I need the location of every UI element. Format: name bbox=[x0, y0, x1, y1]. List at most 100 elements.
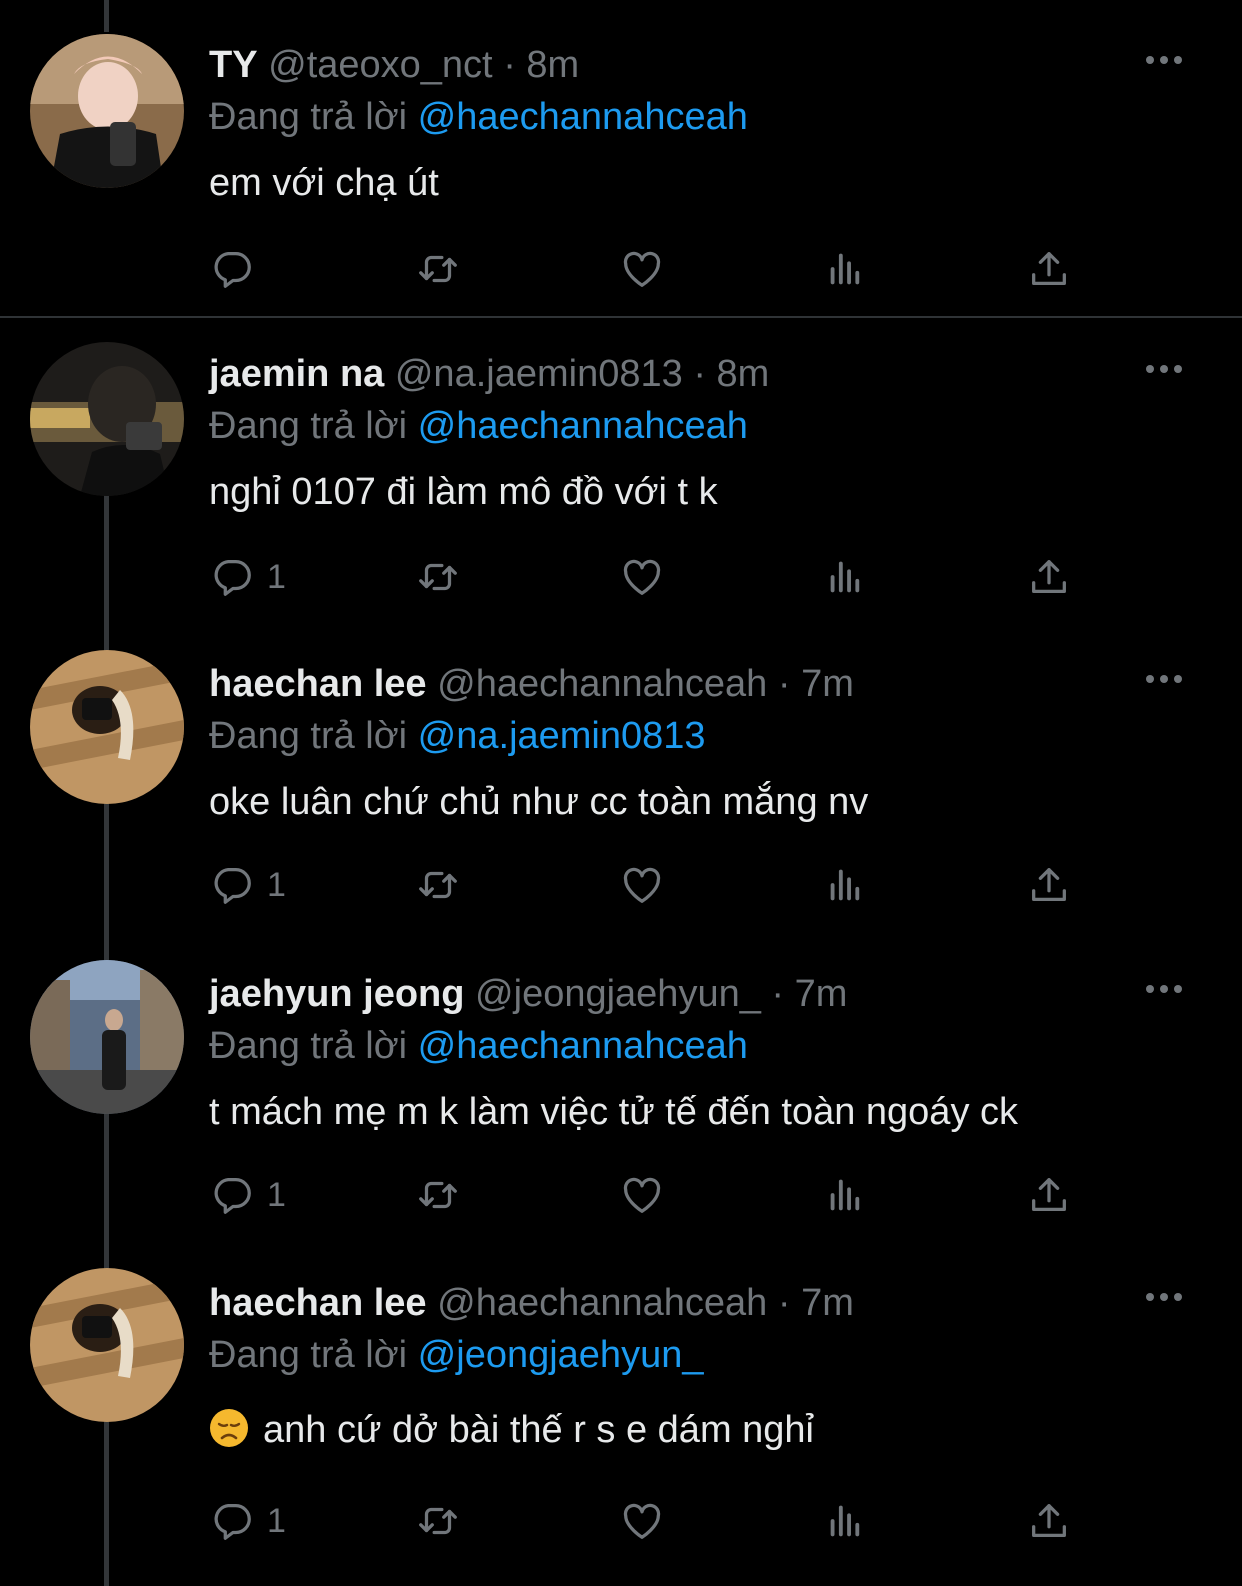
tweet-text: anh cứ dở bài thế r s e dám nghỉ bbox=[263, 1409, 814, 1451]
avatar[interactable] bbox=[30, 960, 184, 1114]
more-icon[interactable] bbox=[1144, 979, 1184, 999]
like-button[interactable] bbox=[619, 552, 665, 602]
tweet-text: oke luân chứ chủ như cc toàn mắng nv bbox=[209, 781, 869, 823]
share-icon bbox=[1026, 246, 1072, 292]
handle[interactable]: @taeoxo_nct bbox=[268, 44, 493, 86]
timestamp[interactable]: 8m bbox=[717, 353, 770, 395]
replying-to-label: Đang trả lời bbox=[209, 96, 408, 138]
tweet[interactable]: TY @taeoxo_nct · 8m Đang trả lời @haecha… bbox=[0, 0, 1242, 316]
more-icon[interactable] bbox=[1144, 669, 1184, 689]
reply-button[interactable]: 1 bbox=[209, 552, 286, 602]
share-icon bbox=[1026, 554, 1072, 600]
like-icon bbox=[619, 862, 665, 908]
tweet-text: t mách mẹ m k làm việc tử tế đến toàn ng… bbox=[209, 1091, 1019, 1133]
share-button[interactable] bbox=[1026, 1496, 1072, 1546]
retweet-icon bbox=[415, 554, 461, 600]
mention-link[interactable]: @na.jaemin0813 bbox=[418, 715, 706, 757]
share-button[interactable] bbox=[1026, 1170, 1072, 1220]
mention-link[interactable]: @haechannahceah bbox=[418, 96, 748, 138]
tweet-actions: 1 bbox=[209, 860, 1109, 910]
display-name[interactable]: jaemin na bbox=[209, 353, 384, 395]
reply-button[interactable]: 1 bbox=[209, 860, 286, 910]
share-button[interactable] bbox=[1026, 552, 1072, 602]
like-icon bbox=[619, 246, 665, 292]
reply-button[interactable] bbox=[209, 244, 267, 294]
tweet[interactable]: haechan lee @haechannahceah · 7m Đang tr… bbox=[0, 1246, 1242, 1586]
disappointed-face-emoji bbox=[210, 1409, 248, 1447]
more-icon[interactable] bbox=[1144, 359, 1184, 379]
reply-button[interactable]: 1 bbox=[209, 1170, 286, 1220]
timestamp[interactable]: 7m bbox=[801, 1282, 854, 1324]
avatar[interactable] bbox=[30, 1268, 184, 1422]
avatar[interactable] bbox=[30, 34, 184, 188]
replying-to: Đang trả lời @haechannahceah bbox=[209, 1021, 748, 1071]
more-icon[interactable] bbox=[1144, 50, 1184, 70]
display-name[interactable]: haechan lee bbox=[209, 1282, 427, 1324]
replying-to: Đang trả lời @na.jaemin0813 bbox=[209, 711, 706, 761]
avatar[interactable] bbox=[30, 342, 184, 496]
retweet-button[interactable] bbox=[415, 860, 461, 910]
tweet[interactable]: haechan lee @haechannahceah · 7m Đang tr… bbox=[0, 628, 1242, 938]
replying-to: Đang trả lời @haechannahceah bbox=[209, 401, 748, 451]
tweet-text: em với chạ út bbox=[209, 162, 439, 204]
reply-button[interactable]: 1 bbox=[209, 1496, 286, 1546]
handle[interactable]: @haechannahceah bbox=[437, 1282, 767, 1324]
retweet-button[interactable] bbox=[415, 552, 461, 602]
avatar[interactable] bbox=[30, 650, 184, 804]
tweet[interactable]: jaemin na @na.jaemin0813 · 8m Đang trả l… bbox=[0, 318, 1242, 628]
views-button[interactable] bbox=[823, 1170, 869, 1220]
tweet-header: haechan lee @haechannahceah · 7m bbox=[209, 1278, 854, 1328]
like-icon bbox=[619, 1498, 665, 1544]
handle[interactable]: @na.jaemin0813 bbox=[395, 353, 683, 395]
avatar-photo bbox=[30, 650, 184, 804]
separator-dot: · bbox=[777, 663, 791, 705]
tweet-text: nghỉ 0107 đi làm mô đồ với t k bbox=[209, 471, 718, 513]
display-name[interactable]: jaehyun jeong bbox=[209, 973, 464, 1015]
timestamp[interactable]: 8m bbox=[526, 44, 579, 86]
handle[interactable]: @haechannahceah bbox=[437, 663, 767, 705]
handle[interactable]: @jeongjaehyun_ bbox=[475, 973, 761, 1015]
tweet[interactable]: jaehyun jeong @jeongjaehyun_ · 7m Đang t… bbox=[0, 938, 1242, 1248]
timestamp[interactable]: 7m bbox=[801, 663, 854, 705]
reply-count: 1 bbox=[267, 865, 286, 904]
reply-icon bbox=[209, 1498, 255, 1544]
separator-dot: · bbox=[503, 44, 516, 86]
like-button[interactable] bbox=[619, 860, 665, 910]
views-button[interactable] bbox=[823, 244, 869, 294]
mention-link[interactable]: @haechannahceah bbox=[418, 1025, 748, 1067]
tweet-header: jaehyun jeong @jeongjaehyun_ · 7m bbox=[209, 969, 847, 1019]
avatar-photo bbox=[30, 34, 184, 188]
retweet-button[interactable] bbox=[415, 244, 461, 294]
retweet-button[interactable] bbox=[415, 1170, 461, 1220]
tweet-header: haechan lee @haechannahceah · 7m bbox=[209, 659, 854, 709]
like-button[interactable] bbox=[619, 1170, 665, 1220]
views-icon bbox=[823, 1498, 869, 1544]
views-button[interactable] bbox=[823, 860, 869, 910]
timestamp[interactable]: 7m bbox=[795, 973, 848, 1015]
retweet-icon bbox=[415, 1498, 461, 1544]
reply-icon bbox=[209, 554, 255, 600]
reply-icon bbox=[209, 1172, 255, 1218]
retweet-button[interactable] bbox=[415, 1496, 461, 1546]
replying-to-label: Đang trả lời bbox=[209, 1025, 408, 1067]
share-icon bbox=[1026, 1498, 1072, 1544]
replying-to: Đang trả lời @haechannahceah bbox=[209, 92, 748, 142]
views-button[interactable] bbox=[823, 1496, 869, 1546]
views-icon bbox=[823, 862, 869, 908]
more-icon[interactable] bbox=[1144, 1287, 1184, 1307]
replying-to-label: Đang trả lời bbox=[209, 715, 408, 757]
display-name[interactable]: haechan lee bbox=[209, 663, 427, 705]
separator-dot: · bbox=[693, 353, 706, 395]
mention-link[interactable]: @jeongjaehyun_ bbox=[418, 1334, 704, 1376]
like-button[interactable] bbox=[619, 1496, 665, 1546]
like-button[interactable] bbox=[619, 244, 665, 294]
share-icon bbox=[1026, 1172, 1072, 1218]
display-name[interactable]: TY bbox=[209, 44, 258, 86]
mention-link[interactable]: @haechannahceah bbox=[418, 405, 748, 447]
retweet-icon bbox=[415, 246, 461, 292]
replying-to: Đang trả lời @jeongjaehyun_ bbox=[209, 1330, 703, 1380]
views-button[interactable] bbox=[823, 552, 869, 602]
share-button[interactable] bbox=[1026, 244, 1072, 294]
share-button[interactable] bbox=[1026, 860, 1072, 910]
views-icon bbox=[823, 1172, 869, 1218]
